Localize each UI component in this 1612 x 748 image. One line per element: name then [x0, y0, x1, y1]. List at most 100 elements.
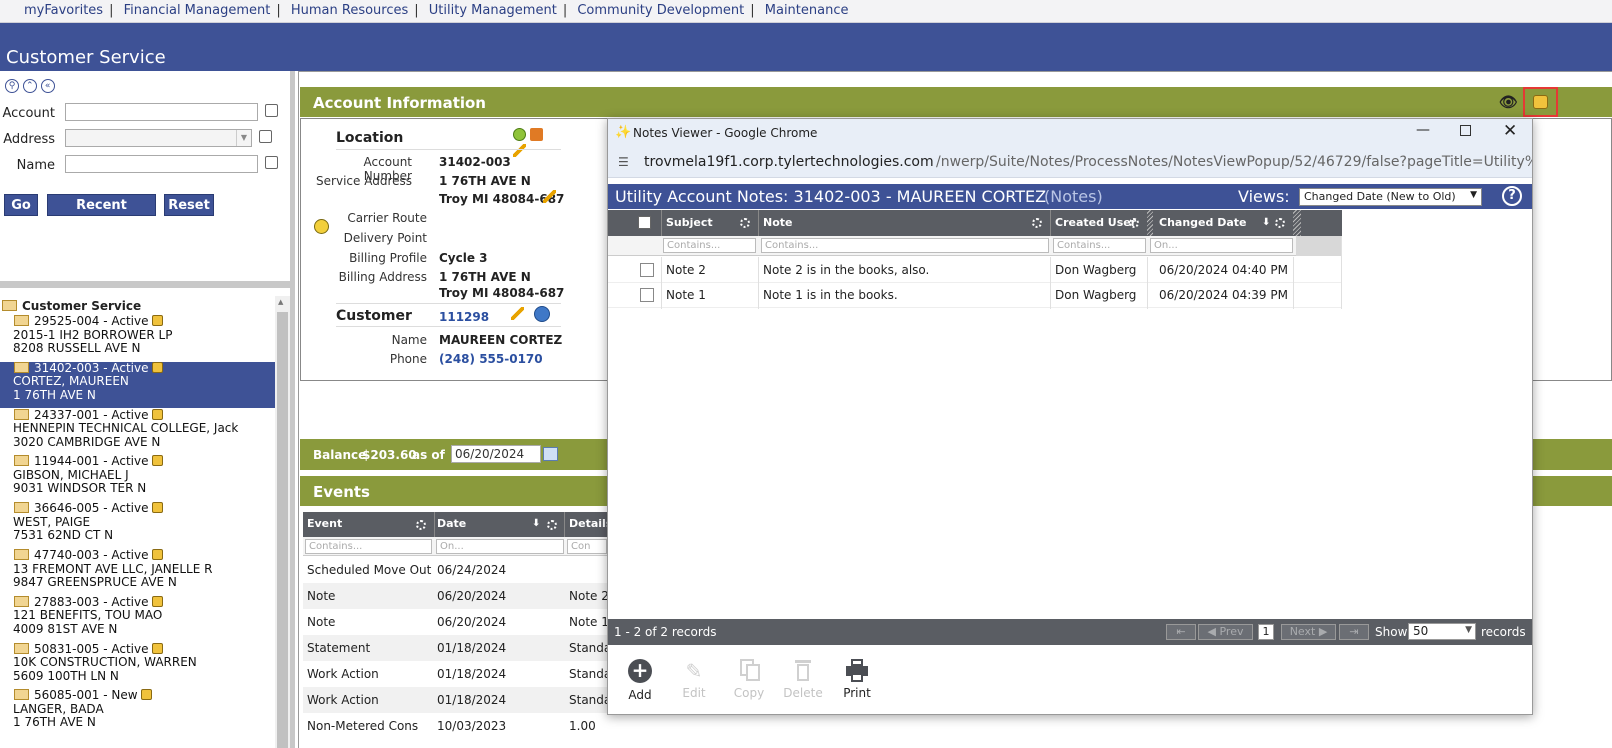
chevron-down-icon[interactable]: ▼ — [1465, 625, 1472, 635]
col-event[interactable]: Event — [307, 517, 342, 530]
window-titlebar[interactable]: ✨ Notes Viewer - Google Chrome — ✕ — [608, 119, 1532, 148]
tree-item[interactable]: 31402-003 - Active CORTEZ, MAUREEN 1 76TH … — [0, 361, 275, 408]
subject-filter-input[interactable]: Contains... — [663, 238, 756, 253]
lock-icon[interactable] — [151, 595, 163, 607]
lock-icon[interactable] — [151, 361, 163, 373]
gear-icon[interactable] — [416, 520, 426, 530]
user-filter-input[interactable]: Contains... — [1053, 238, 1146, 253]
scroll-up-icon[interactable]: ▲ — [278, 298, 283, 306]
sort-down-icon[interactable]: ⬇ — [532, 518, 540, 529]
menu-human-resources[interactable]: Human Resources — [291, 3, 408, 18]
edit-address-icon[interactable] — [543, 190, 556, 203]
customer-id-link[interactable]: 111298 — [439, 310, 489, 324]
site-info-icon[interactable]: ☰ — [618, 155, 629, 169]
help-icon[interactable]: ? — [1502, 186, 1522, 206]
gear-icon[interactable] — [547, 520, 557, 530]
last-page-button[interactable]: ⇥ — [1339, 624, 1369, 640]
first-page-button[interactable]: ⇤ — [1166, 624, 1196, 640]
lock-icon[interactable] — [140, 689, 152, 701]
row-checkbox[interactable] — [640, 263, 654, 277]
collapse-left-icon[interactable]: « — [40, 79, 55, 93]
tree-item[interactable]: 47740-003 - Active 13 FREMONT AVE LLC, JA… — [0, 548, 275, 595]
col-subject[interactable]: Subject — [666, 216, 713, 229]
chevron-down-icon[interactable]: ▼ — [236, 130, 251, 146]
tree-item[interactable]: 50831-005 - Active 10K CONSTRUCTION, WARR… — [0, 642, 275, 689]
event-row[interactable]: Work Action 01/18/2024 Standar — [303, 661, 608, 687]
account-checkbox[interactable] — [265, 104, 278, 117]
delete-button[interactable]: Delete — [776, 659, 830, 700]
globe-icon[interactable] — [534, 306, 550, 322]
lock-icon[interactable] — [151, 408, 163, 420]
next-button[interactable]: Next ▶ — [1281, 624, 1336, 640]
go-button[interactable]: Go — [4, 194, 38, 216]
note-row[interactable]: Note 2 Note 2 is in the books, also. Don W… — [608, 258, 1342, 283]
col-details[interactable]: Details — [569, 517, 612, 530]
print-button[interactable]: Print — [830, 659, 884, 700]
recent-accounts-button[interactable]: Recent Accounts — [47, 194, 156, 235]
tree-item[interactable]: 27883-003 - Active 121 BENEFITS, TOU MAO 4… — [0, 595, 275, 642]
event-row[interactable]: Note 06/20/2024 Note 1 — [303, 609, 608, 635]
gear-icon[interactable] — [740, 218, 750, 228]
tree-item[interactable]: 24337-001 - Active HENNEPIN TECHNICAL COL… — [0, 408, 275, 455]
tree-item[interactable]: 11944-001 - Active GIBSON, MICHAEL J 9031 … — [0, 455, 275, 501]
lock-icon[interactable] — [151, 549, 163, 560]
views-select[interactable]: Changed Date (New to Old) ▼ — [1299, 188, 1482, 206]
minimize-icon[interactable]: — — [1416, 122, 1430, 138]
note-row[interactable]: Note 1 Note 1 is in the books. Don Wagberg… — [608, 283, 1342, 308]
phone-link[interactable]: (248) 555-0170 — [439, 352, 543, 366]
lock-icon[interactable] — [151, 315, 163, 326]
page-number[interactable]: 1 — [1258, 624, 1274, 640]
eye-icon[interactable]: 👁 — [1499, 93, 1518, 111]
lock-icon[interactable] — [151, 642, 163, 654]
copy-button[interactable]: Copy — [722, 659, 776, 700]
chevron-down-icon[interactable]: ▼ — [1470, 190, 1477, 200]
add-location-icon[interactable] — [513, 128, 526, 141]
sort-down-icon[interactable]: ⬇ — [1262, 217, 1270, 228]
edit-button[interactable]: ✎ Edit — [667, 659, 721, 700]
search-icon[interactable]: ⚲ — [5, 79, 19, 93]
menu-financial-management[interactable]: Financial Management — [124, 3, 271, 18]
tree-scrollbar-thumb[interactable] — [277, 312, 288, 748]
event-row[interactable]: Note 06/20/2024 Note 2 — [303, 583, 608, 609]
maximize-icon[interactable] — [1460, 125, 1471, 136]
tree-item[interactable]: 56085-001 - New LANGER, BADA 1 76TH AVE N — [0, 689, 275, 735]
balance-date-input[interactable]: 06/20/2024 — [451, 445, 541, 463]
account-input[interactable] — [65, 103, 258, 121]
reset-button[interactable]: Reset — [164, 194, 214, 216]
select-all-checkbox[interactable] — [638, 216, 651, 229]
lock-icon[interactable] — [151, 502, 163, 514]
event-row[interactable]: Scheduled Move Out 06/24/2024 — [303, 557, 608, 583]
vertical-splitter[interactable] — [290, 71, 295, 748]
edit-customer-icon[interactable] — [511, 307, 524, 320]
name-checkbox[interactable] — [265, 156, 278, 169]
col-changed-date[interactable]: Changed Date — [1159, 216, 1246, 229]
move-icon[interactable] — [529, 128, 543, 141]
tree-item[interactable]: 36646-005 - Active WEST, PAIGE 7531 62ND C… — [0, 501, 275, 548]
changed-date-filter-input[interactable]: On... — [1150, 238, 1293, 253]
splitter[interactable] — [0, 281, 293, 288]
menu-myfavorites[interactable]: myFavorites — [24, 3, 103, 18]
gear-icon[interactable] — [1275, 218, 1285, 228]
calendar-icon[interactable] — [543, 447, 558, 461]
tree-root[interactable]: Customer Service — [2, 299, 141, 313]
notes-icon-highlight[interactable] — [1523, 87, 1558, 117]
address-checkbox[interactable] — [259, 130, 272, 143]
menu-maintenance[interactable]: Maintenance — [765, 3, 849, 18]
event-row[interactable]: Statement 01/18/2024 Standar — [303, 635, 608, 661]
menu-community-development[interactable]: Community Development — [577, 3, 744, 18]
col-created-user[interactable]: Created User — [1055, 216, 1136, 229]
name-input[interactable] — [65, 155, 258, 173]
menu-utility-management[interactable]: Utility Management — [429, 3, 557, 18]
gear-icon[interactable] — [1032, 218, 1042, 228]
add-button[interactable]: + Add — [613, 659, 667, 702]
address-select[interactable] — [65, 129, 252, 147]
row-checkbox[interactable] — [640, 288, 654, 302]
event-row[interactable]: Non-Metered Cons 10/03/2023 1.00 — [303, 713, 608, 739]
close-icon[interactable]: ✕ — [1503, 121, 1517, 141]
lock-icon[interactable] — [151, 455, 163, 467]
note-filter-input[interactable]: Contains... — [761, 238, 1049, 253]
prev-button[interactable]: ◀ Prev — [1198, 624, 1253, 640]
tree-item[interactable]: 29525-004 - Active 2015-1 IH2 BORROWER LP… — [0, 314, 275, 361]
col-date[interactable]: Date — [437, 517, 466, 530]
col-note[interactable]: Note — [763, 216, 792, 229]
